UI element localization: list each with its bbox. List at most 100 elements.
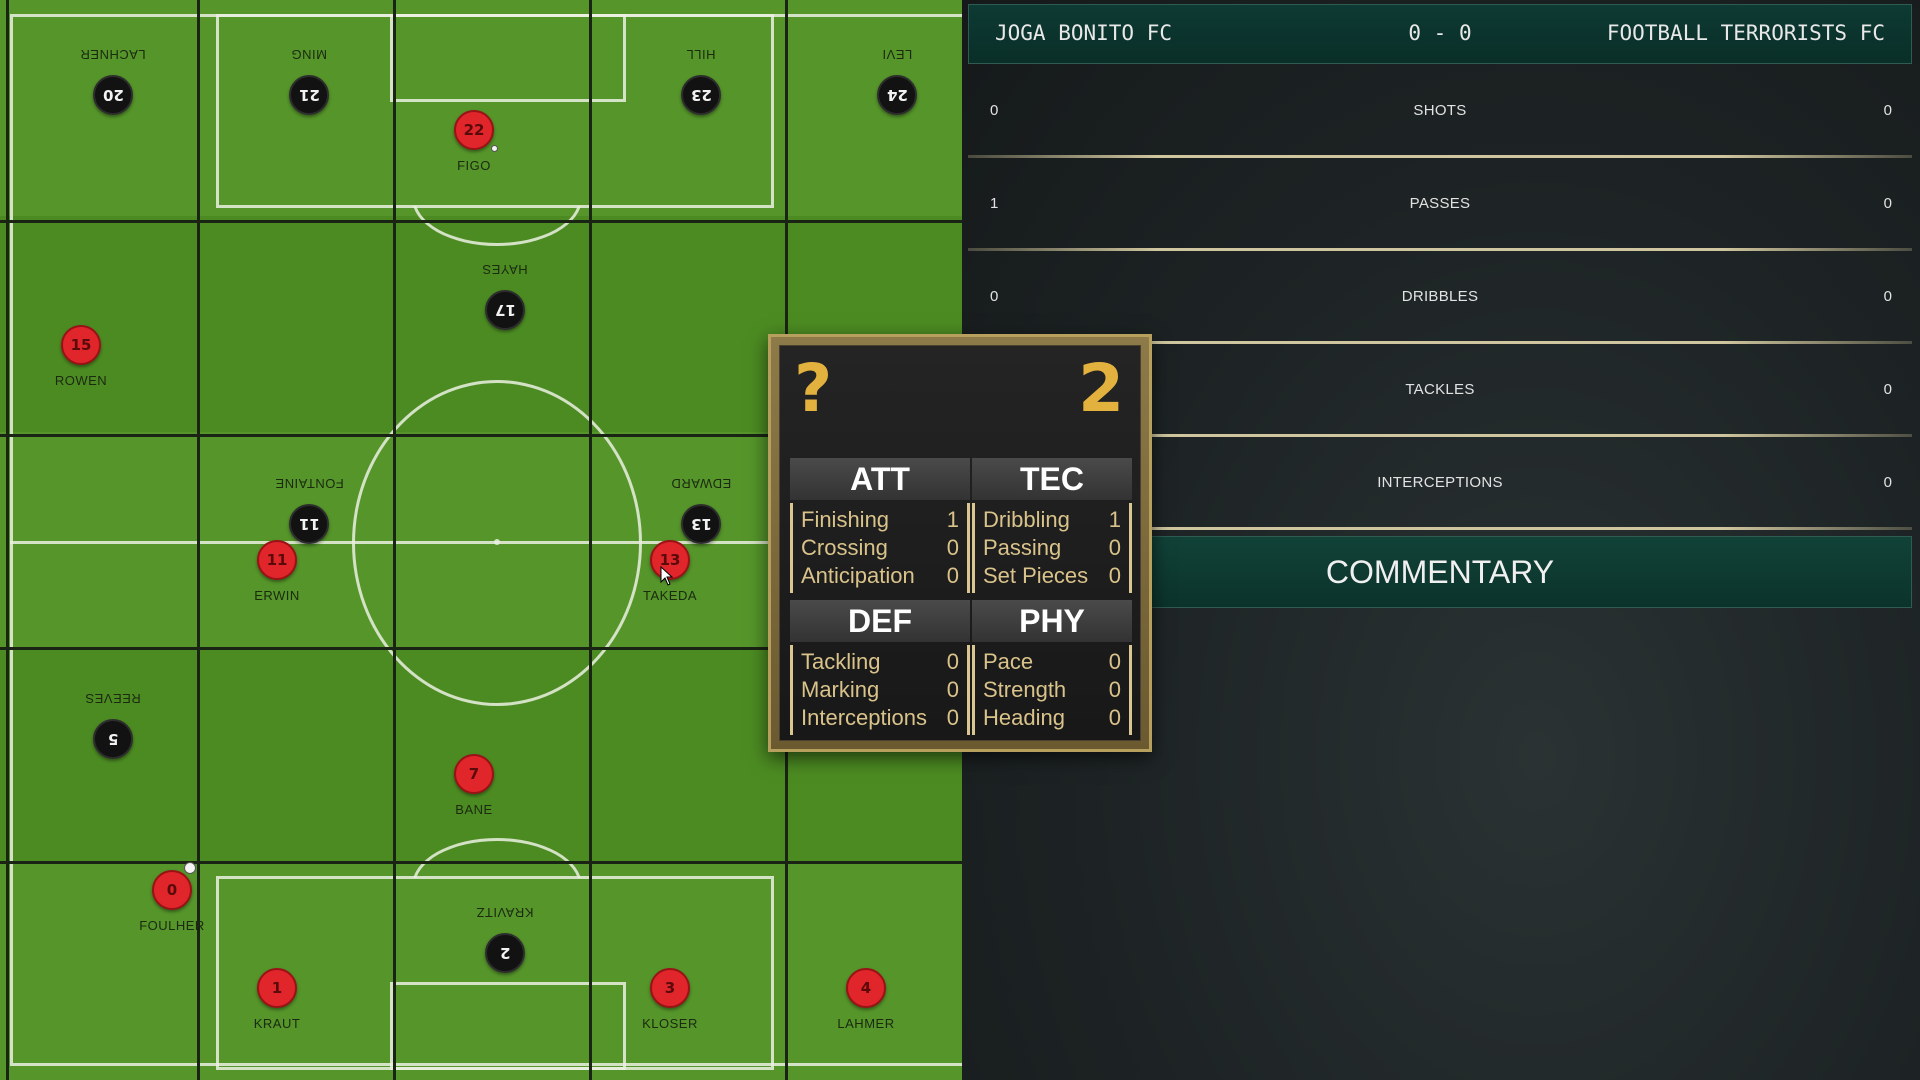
attribute-name: Set Pieces xyxy=(983,563,1089,588)
attribute-value: 0 xyxy=(1108,677,1121,702)
attribute-group-title: ATT xyxy=(790,458,970,500)
attribute-value: 1 xyxy=(946,507,959,532)
player-number: 15 xyxy=(61,325,101,365)
player-rating: 2 xyxy=(1078,350,1124,427)
attribute-row: Crossing 0 xyxy=(801,535,959,563)
attribute-name: Pace xyxy=(983,649,1034,674)
attribute-value: 0 xyxy=(1108,705,1121,730)
player-number: 1 xyxy=(257,968,297,1008)
player-number: 3 xyxy=(650,968,690,1008)
attribute-value: 0 xyxy=(946,649,959,674)
player-number: 11 xyxy=(257,540,297,580)
away-team-name: FOOTBALL TERRORISTS FC xyxy=(1606,21,1885,45)
player-name: KRAVITZ xyxy=(476,905,534,920)
player-card-popup: ? 2 ATT Finishing 1 Crossing 0 Anticipatio… xyxy=(768,334,1152,752)
ball-icon xyxy=(491,145,498,152)
attribute-value: 0 xyxy=(1108,649,1121,674)
attribute-name: Dribbling xyxy=(983,507,1070,532)
attribute-row: Finishing 1 xyxy=(801,507,959,535)
mouse-cursor-icon xyxy=(660,566,674,586)
grid-line-horizontal xyxy=(0,220,962,223)
player-name: LAHMER xyxy=(837,1016,895,1031)
player-number: 4 xyxy=(846,968,886,1008)
attribute-name: Tackling xyxy=(801,649,881,674)
player-position: ? xyxy=(794,350,833,427)
grid-line-vertical xyxy=(393,0,396,1080)
attribute-row: Interceptions 0 xyxy=(801,705,959,733)
attribute-row: Set Pieces 0 xyxy=(983,563,1121,591)
attribute-value: 1 xyxy=(1108,507,1121,532)
attribute-row: Marking 0 xyxy=(801,677,959,705)
player-name: FOULHER xyxy=(139,918,205,933)
stat-label: PASSES xyxy=(1409,195,1471,212)
player-name: EDWARD xyxy=(670,476,732,491)
player-number: 24 xyxy=(886,86,908,104)
attribute-row: Dribbling 1 xyxy=(983,507,1121,535)
attribute-group-title: DEF xyxy=(790,600,970,642)
player-number: 23 xyxy=(690,86,712,104)
player-number: 21 xyxy=(298,86,320,104)
stat-row-shots: 0 SHOTS 0 xyxy=(968,68,1912,158)
attribute-name: Heading xyxy=(983,705,1065,730)
attribute-name: Strength xyxy=(983,677,1067,702)
grid-line-vertical xyxy=(6,0,9,1080)
grid-line-horizontal xyxy=(0,861,962,864)
player-number: 13 xyxy=(690,515,712,533)
player-name: HILL xyxy=(686,47,716,62)
player-number: 20 xyxy=(102,86,124,104)
away-stat-value: 0 xyxy=(1883,102,1892,119)
player-name: REEVES xyxy=(85,691,141,706)
away-stat-value: 0 xyxy=(1883,474,1892,491)
player-name: MING xyxy=(291,47,327,62)
player-name: KRAUT xyxy=(253,1016,301,1031)
attribute-name: Anticipation xyxy=(801,563,915,588)
stat-label: DRIBBLES xyxy=(1401,288,1479,305)
away-stat-value: 0 xyxy=(1883,195,1892,212)
divider xyxy=(968,155,1912,158)
player-card-body: ? 2 ATT Finishing 1 Crossing 0 Anticipatio… xyxy=(779,345,1141,741)
attribute-name: Interceptions xyxy=(801,705,927,730)
attribute-value: 0 xyxy=(946,705,959,730)
player-name: TAKEDA xyxy=(642,588,698,603)
stat-label: SHOTS xyxy=(1413,102,1467,119)
away-stat-value: 0 xyxy=(1883,381,1892,398)
player-name: FONTAINE xyxy=(274,476,344,491)
attribute-row: Anticipation 0 xyxy=(801,563,959,591)
attribute-name: Finishing xyxy=(801,507,890,532)
attribute-group-def: DEF Tackling 0 Marking 0 Interceptions 0 xyxy=(790,600,970,735)
attribute-group-att: ATT Finishing 1 Crossing 0 Anticipation 0 xyxy=(790,458,970,593)
attribute-value: 0 xyxy=(946,535,959,560)
stat-row-dribbles: 0 DRIBBLES 0 xyxy=(968,254,1912,344)
grid-line-vertical xyxy=(589,0,592,1080)
attribute-value: 0 xyxy=(1108,535,1121,560)
player-name: LEVI xyxy=(881,47,913,62)
attribute-value: 0 xyxy=(1108,563,1121,588)
scoreboard: JOGA BONITO FC 0 - 0 FOOTBALL TERRORISTS… xyxy=(968,4,1912,64)
player-name: FIGO xyxy=(457,158,491,173)
divider xyxy=(968,248,1912,251)
player-name: ERWIN xyxy=(254,588,300,603)
stat-row-passes: 1 PASSES 0 xyxy=(968,161,1912,251)
attribute-group-phy: PHY Pace 0 Strength 0 Heading 0 xyxy=(972,600,1132,735)
commentary-label: COMMENTARY xyxy=(1325,553,1555,590)
player-name: LACHNER xyxy=(80,47,146,62)
player-name: ROWEN xyxy=(54,373,108,388)
attribute-row: Passing 0 xyxy=(983,535,1121,563)
player-number: 7 xyxy=(454,754,494,794)
attribute-group-tec: TEC Dribbling 1 Passing 0 Set Pieces 0 xyxy=(972,458,1132,593)
player-number: 11 xyxy=(298,515,320,533)
player-name: HAYES xyxy=(482,262,528,277)
centre-spot xyxy=(494,539,500,545)
player-number: 22 xyxy=(454,110,494,150)
attribute-row: Heading 0 xyxy=(983,705,1121,733)
attribute-row: Strength 0 xyxy=(983,677,1121,705)
attribute-name: Marking xyxy=(801,677,880,702)
player-number: 5 xyxy=(107,730,119,748)
attribute-value: 0 xyxy=(946,563,959,588)
ball-icon xyxy=(184,862,196,874)
attribute-row: Tackling 0 xyxy=(801,649,959,677)
player-number: 2 xyxy=(499,944,511,962)
attribute-group-title: TEC xyxy=(972,458,1132,500)
attribute-group-title: PHY xyxy=(972,600,1132,642)
player-name: BANE xyxy=(455,802,493,817)
